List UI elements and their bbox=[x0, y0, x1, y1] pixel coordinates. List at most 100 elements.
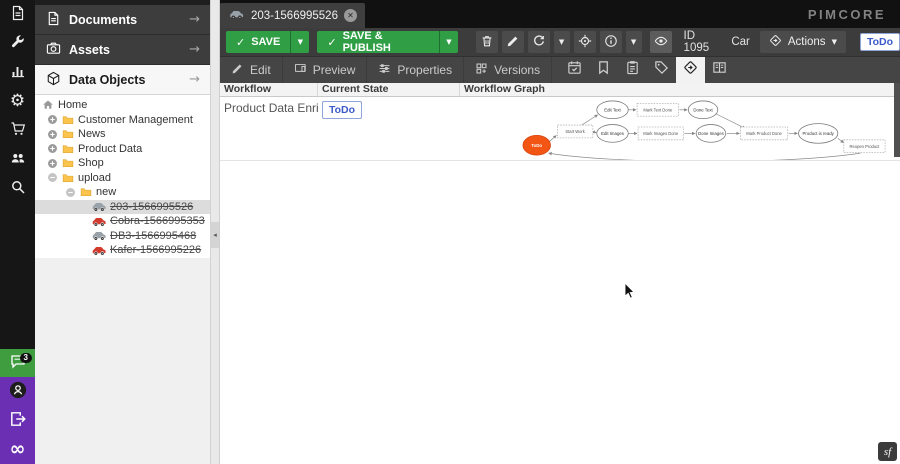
tab-workflow[interactable] bbox=[676, 57, 705, 83]
tab-close-icon[interactable]: ✕ bbox=[344, 9, 357, 22]
tree-item-label: Product Data bbox=[78, 143, 142, 155]
documents-panel-header[interactable]: Documents → bbox=[35, 5, 210, 35]
tree-item-db3-1566995468[interactable]: DB3-1566995468 bbox=[35, 229, 210, 244]
folder-icon bbox=[61, 172, 75, 184]
workflow-diamond-icon bbox=[769, 34, 782, 50]
tab-tag[interactable] bbox=[647, 57, 676, 83]
caret-down-icon: ▼ bbox=[832, 39, 837, 46]
tab-columns[interactable] bbox=[705, 57, 734, 83]
tools-rail-button[interactable] bbox=[0, 29, 35, 58]
expand-icon[interactable] bbox=[47, 114, 58, 125]
tab-properties[interactable]: Properties bbox=[367, 57, 464, 83]
save-dropdown-caret[interactable]: ▼ bbox=[290, 31, 309, 53]
svg-text:Done Images: Done Images bbox=[698, 131, 724, 136]
tab-versions[interactable]: Versions bbox=[464, 57, 552, 83]
save-button[interactable]: ✓ SAVE ▼ bbox=[226, 31, 309, 53]
tab-clipboard[interactable] bbox=[618, 57, 647, 83]
object-tabbar-text-tabs: Edit PreviewPropertiesVersions bbox=[220, 57, 552, 83]
actions-button[interactable]: Actions ▼ bbox=[760, 31, 846, 53]
workflow-graph-cell: ToDoStart WorkEdit TextMark Text DoneDon… bbox=[460, 97, 900, 160]
panel-rest bbox=[35, 258, 210, 464]
object-tree: HomeCustomer ManagementNewsProduct DataS… bbox=[35, 95, 210, 258]
check-icon: ✓ bbox=[327, 37, 336, 48]
assets-panel-label: Assets bbox=[69, 43, 110, 57]
user-circle-button[interactable] bbox=[0, 377, 35, 406]
tab-edit[interactable]: Edit bbox=[220, 57, 283, 83]
locate-in-tree-button[interactable] bbox=[574, 31, 596, 53]
tab-preview[interactable]: Preview bbox=[283, 57, 368, 83]
svg-text:ToDo: ToDo bbox=[531, 143, 542, 148]
infinity-button[interactable]: ∞ bbox=[0, 435, 35, 464]
tree-item-upload[interactable]: upload bbox=[35, 171, 210, 186]
tree-item-new[interactable]: new bbox=[35, 185, 210, 200]
locate-icon bbox=[578, 34, 592, 51]
expand-icon[interactable] bbox=[47, 158, 58, 169]
pencil-icon bbox=[506, 34, 520, 51]
tree-item-product-data[interactable]: Product Data bbox=[35, 142, 210, 157]
save-publish-button[interactable]: ✓ SAVE & PUBLISH ▼ bbox=[317, 31, 457, 53]
open-preview-button[interactable] bbox=[650, 31, 672, 53]
search-rail-button[interactable] bbox=[0, 174, 35, 203]
workflow-status-badge[interactable]: ToDo bbox=[860, 33, 900, 51]
users-icon bbox=[10, 150, 26, 170]
svg-text:Edit Text: Edit Text bbox=[604, 107, 621, 112]
reload-button[interactable] bbox=[528, 31, 550, 53]
tab-label: Edit bbox=[250, 63, 271, 77]
tree-item-home[interactable]: Home bbox=[35, 98, 210, 113]
bookmark-icon bbox=[596, 60, 611, 80]
tab-calendar-check[interactable] bbox=[560, 57, 589, 83]
tree-item-203-1566995526[interactable]: 203-1566995526 bbox=[35, 200, 210, 215]
tools-icon bbox=[10, 34, 26, 54]
tab-object-203[interactable]: 203-1566995526 ✕ bbox=[220, 3, 365, 28]
users-rail-button[interactable] bbox=[0, 145, 35, 174]
rail-top-icons: ⚙ bbox=[0, 0, 35, 203]
reports-rail-button[interactable] bbox=[0, 58, 35, 87]
dropdown-caret-button[interactable]: ▼ bbox=[554, 31, 570, 53]
tree-item-cobra-1566995353[interactable]: Cobra-1566995353 bbox=[35, 214, 210, 229]
svg-text:Mark Product Done: Mark Product Done bbox=[746, 131, 782, 136]
tree-item-kafer-1566995226[interactable]: Kafer-1566995226 bbox=[35, 243, 210, 258]
collapse-icon[interactable] bbox=[47, 172, 58, 183]
workflow-grid-row[interactable]: Product Data Enrichm... ToDo ToDoStart W… bbox=[220, 97, 900, 161]
column-header-current-state[interactable]: Current State bbox=[318, 83, 460, 96]
dropdown-caret-button[interactable]: ▼ bbox=[626, 31, 642, 53]
data-objects-panel-header[interactable]: Data Objects → bbox=[35, 65, 210, 95]
rename-button[interactable] bbox=[502, 31, 524, 53]
tree-item-news[interactable]: News bbox=[35, 127, 210, 142]
info-icon bbox=[604, 34, 618, 51]
collapse-icon[interactable] bbox=[65, 187, 76, 198]
tree-item-customer-management[interactable]: Customer Management bbox=[35, 113, 210, 128]
search-icon bbox=[10, 179, 26, 199]
pencil-icon bbox=[231, 62, 244, 78]
expand-icon[interactable] bbox=[47, 143, 58, 154]
object-tabbar-icon-tabs bbox=[560, 57, 734, 83]
column-header-workflow[interactable]: Workflow bbox=[220, 83, 318, 96]
tree-item-label: Customer Management bbox=[78, 114, 193, 126]
tab-bookmark[interactable] bbox=[589, 57, 618, 83]
actions-button-label: Actions bbox=[788, 36, 826, 48]
info-button[interactable] bbox=[600, 31, 622, 53]
documents-rail-button[interactable] bbox=[0, 0, 35, 29]
save-publish-dropdown-caret[interactable]: ▼ bbox=[439, 31, 457, 53]
delete-button[interactable] bbox=[476, 31, 498, 53]
settings-rail-button[interactable]: ⚙ bbox=[0, 87, 35, 116]
chart-icon bbox=[10, 63, 26, 83]
expand-icon[interactable] bbox=[47, 129, 58, 140]
tree-item-label: Kafer-1566995226 bbox=[110, 244, 201, 256]
column-header-workflow-graph[interactable]: Workflow Graph bbox=[460, 83, 900, 96]
panel-splitter[interactable]: ◂ bbox=[210, 0, 220, 464]
car-gray-icon bbox=[91, 230, 107, 241]
ecommerce-rail-button[interactable] bbox=[0, 116, 35, 145]
panel-collapse-handle[interactable]: ◂ bbox=[211, 222, 219, 248]
user-circle-icon bbox=[9, 381, 27, 403]
logout-button[interactable] bbox=[0, 406, 35, 435]
assets-panel-header[interactable]: Assets → bbox=[35, 35, 210, 65]
profiler-toolbar-button[interactable]: sf bbox=[878, 442, 897, 461]
caret-icon: ▼ bbox=[631, 39, 636, 46]
svg-text:Mark Images Done: Mark Images Done bbox=[643, 131, 679, 136]
caret-icon: ▼ bbox=[559, 39, 564, 46]
svg-text:Edit Images: Edit Images bbox=[601, 131, 624, 136]
tree-item-shop[interactable]: Shop bbox=[35, 156, 210, 171]
svg-text:Done Text: Done Text bbox=[693, 107, 713, 112]
notifications-button[interactable]: 3 bbox=[0, 349, 35, 377]
